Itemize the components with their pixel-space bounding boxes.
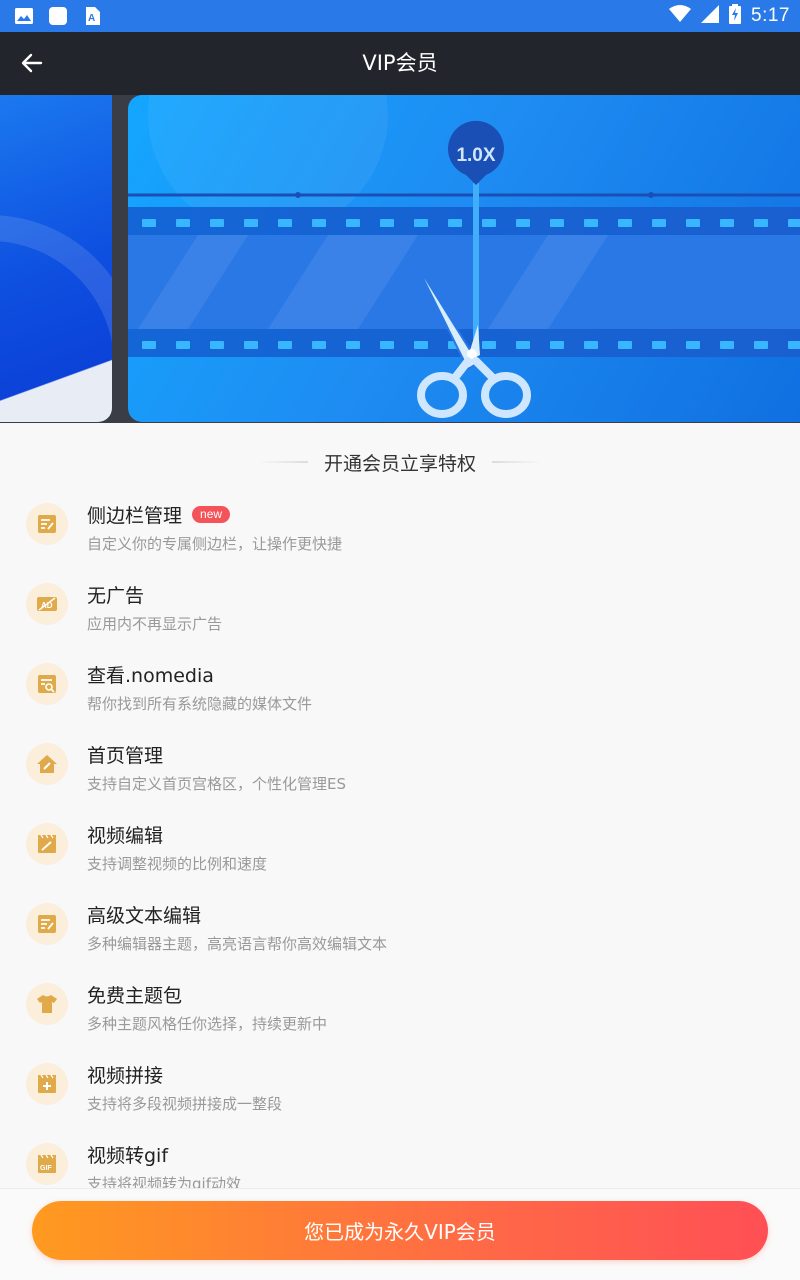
gif-icon: GIF <box>26 1143 68 1185</box>
feature-item-no-ads[interactable]: AD 无广告 应用内不再显示广告 <box>0 568 800 648</box>
feature-item-nomedia[interactable]: 查看.nomedia 帮你找到所有系统隐藏的媒体文件 <box>0 648 800 728</box>
feature-desc: 支持自定义首页宫格区，个性化管理ES <box>87 775 347 793</box>
feature-item-home-management[interactable]: 首页管理 支持自定义首页宫格区，个性化管理ES <box>0 728 800 808</box>
feature-title: 无广告 <box>87 585 145 607</box>
feature-title: 免费主题包 <box>87 985 183 1007</box>
feature-desc: 帮你找到所有系统隐藏的媒体文件 <box>87 695 313 713</box>
home-edit-icon <box>26 743 68 785</box>
status-time: 5:17 <box>751 5 790 26</box>
feature-desc: 支持将多段视频拼接成一整段 <box>87 1095 283 1113</box>
feature-title: 首页管理 <box>87 745 164 767</box>
feature-item-video-merge[interactable]: 视频拼接 支持将多段视频拼接成一整段 <box>0 1048 800 1128</box>
divider <box>492 461 542 463</box>
system-icons: 5:17 <box>669 3 790 29</box>
feature-title: 视频拼接 <box>87 1065 164 1087</box>
new-badge: new <box>192 506 231 523</box>
feature-item-free-themes[interactable]: 免费主题包 多种主题风格任你选择，持续更新中 <box>0 968 800 1048</box>
feature-desc: 应用内不再显示广告 <box>87 615 223 633</box>
notification-icons: A <box>14 7 102 25</box>
page-title: VIP会员 <box>362 51 438 75</box>
font-icon: A <box>82 7 102 25</box>
feature-desc: 多种编辑器主题，高亮语言帮你高效编辑文本 <box>87 935 388 953</box>
privileges-heading: 开通会员立享特权 <box>0 440 800 484</box>
video-merge-icon <box>26 1063 68 1105</box>
feature-item-sidebar-management[interactable]: 侧边栏管理 new 自定义你的专属侧边栏，让操作更快捷 <box>0 488 800 568</box>
feature-title: 高级文本编辑 <box>87 905 202 927</box>
feature-desc: 支持调整视频的比例和速度 <box>87 855 268 873</box>
feature-desc: 多种主题风格任你选择，持续更新中 <box>87 1015 328 1033</box>
banner-slide-previous[interactable] <box>0 95 112 422</box>
feature-desc: 自定义你的专属侧边栏，让操作更快捷 <box>87 535 343 553</box>
speed-label: 1.0X <box>456 145 495 166</box>
vip-status-button[interactable]: 您已成为永久VIP会员 <box>32 1201 768 1260</box>
wifi-icon <box>669 4 692 28</box>
feature-item-text-edit[interactable]: 高级文本编辑 多种编辑器主题，高亮语言帮你高效编辑文本 <box>0 888 800 968</box>
feature-item-video-edit[interactable]: 视频编辑 支持调整视频的比例和速度 <box>0 808 800 888</box>
svg-text:A: A <box>88 13 95 24</box>
status-bar: A 5:17 <box>0 0 800 32</box>
battery-charging-icon <box>729 3 742 29</box>
app-bar: VIP会员 <box>0 32 800 95</box>
video-cut-illustration: 1.0X <box>128 95 800 418</box>
divider <box>257 461 308 463</box>
signal-icon <box>701 4 720 28</box>
search-file-icon <box>26 663 68 705</box>
feature-desc: 支持将视频转为gif动效 <box>87 1175 241 1188</box>
feature-title: 视频转gif <box>87 1145 169 1167</box>
no-ad-icon: AD <box>26 583 68 625</box>
section-title: 开通会员立享特权 <box>323 452 476 475</box>
bottom-bar: 您已成为永久VIP会员 <box>0 1188 800 1280</box>
text-edit-icon <box>26 903 68 945</box>
svg-text:AD: AD <box>41 601 53 610</box>
svg-text:GIF: GIF <box>40 1165 52 1172</box>
video-edit-icon <box>26 823 68 865</box>
feature-title: 视频编辑 <box>87 825 164 847</box>
feature-title: 侧边栏管理 <box>87 505 183 527</box>
sidebar-edit-icon <box>26 503 68 545</box>
tshirt-icon <box>26 983 68 1025</box>
banner-slide-video-speed[interactable]: 1.0X <box>128 95 800 422</box>
image-icon <box>14 7 34 25</box>
feature-item-video-to-gif[interactable]: GIF 视频转gif 支持将视频转为gif动效 <box>0 1128 800 1188</box>
feature-title: 查看.nomedia <box>87 665 214 687</box>
feature-list[interactable]: 侧边栏管理 new 自定义你的专属侧边栏，让操作更快捷 AD 无广告 应用内不再显… <box>0 488 800 1188</box>
promo-banner-carousel[interactable]: 1.0X <box>0 95 800 423</box>
sd-card-icon <box>48 7 68 25</box>
